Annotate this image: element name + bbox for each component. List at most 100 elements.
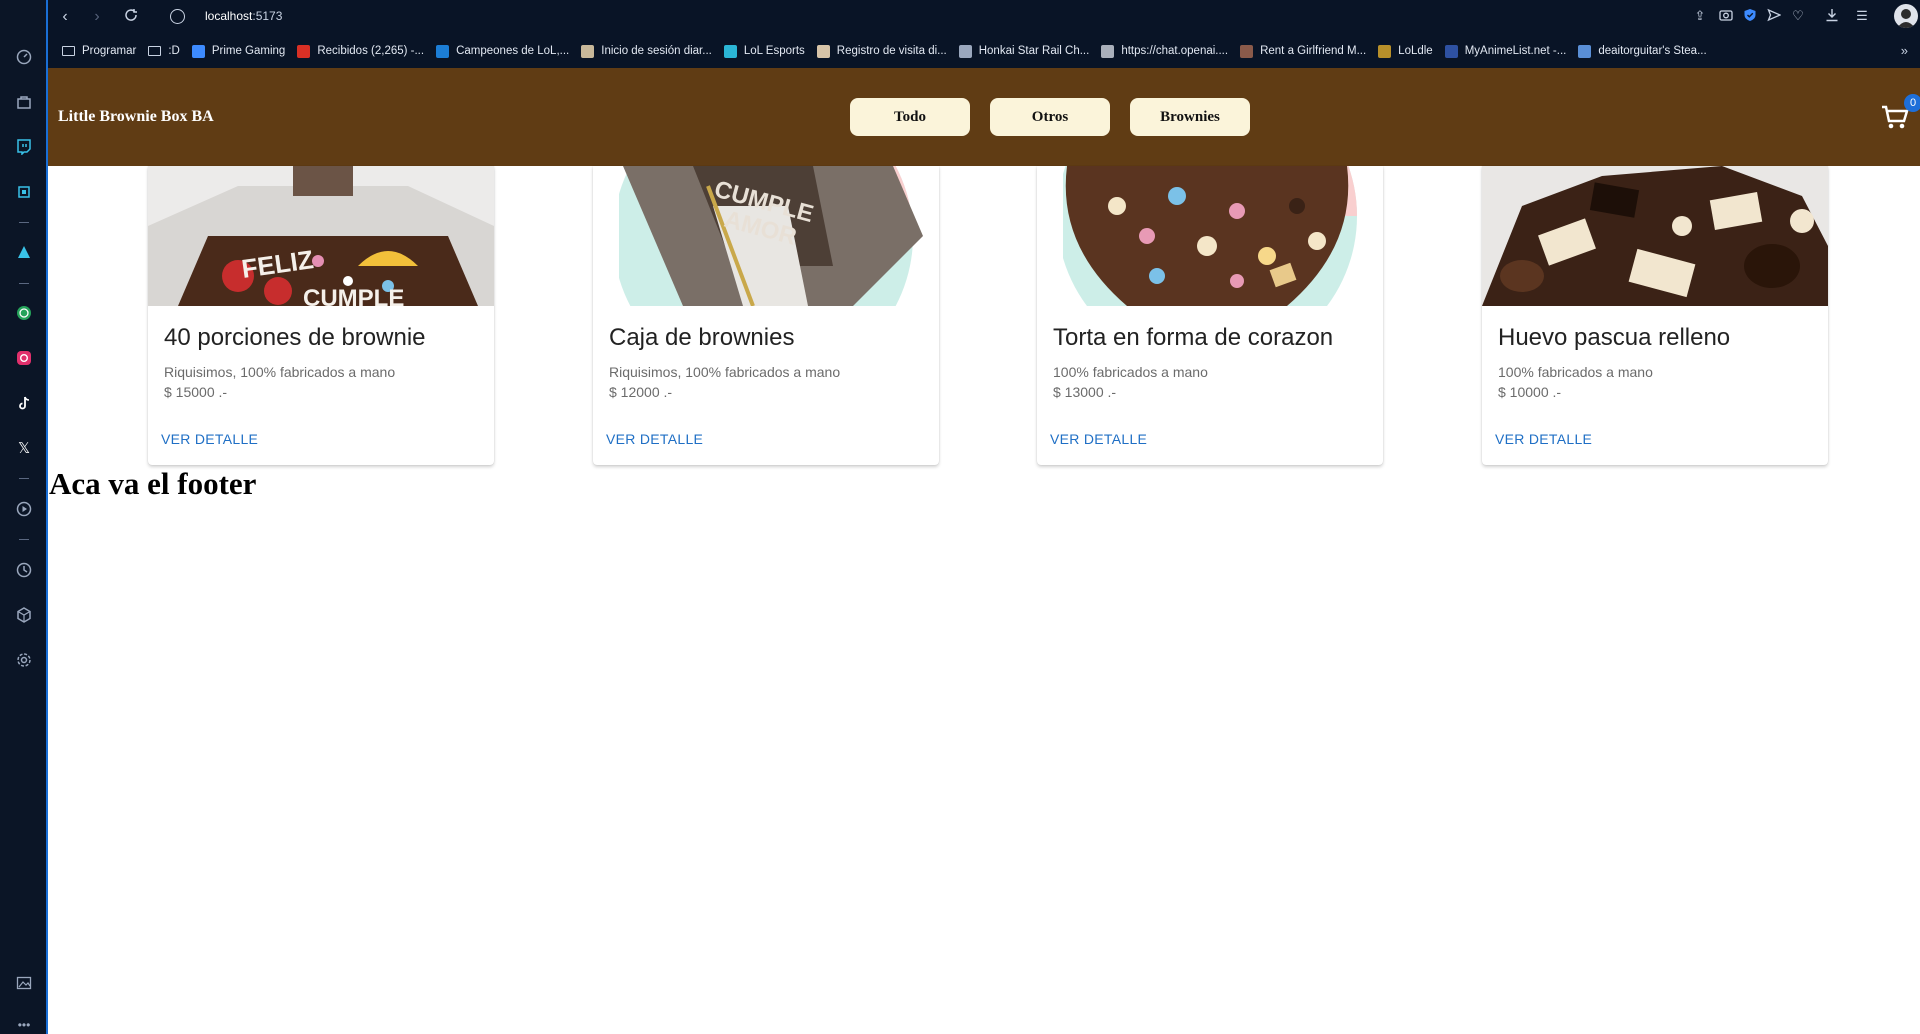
gallery-icon[interactable] [15, 974, 33, 992]
category-brownies-button[interactable]: Brownies [1130, 98, 1250, 136]
bag-icon[interactable] [15, 93, 33, 111]
ver-detalle-link[interactable]: VER DETALLE [161, 431, 258, 447]
download-icon[interactable] [1824, 8, 1840, 24]
whatsapp-icon[interactable] [15, 304, 33, 322]
bookmark-favicon-icon [1378, 44, 1392, 58]
send-icon[interactable] [1766, 8, 1782, 24]
bookmark-label: MyAnimeList.net -... [1464, 45, 1567, 57]
cart-count-badge: 0 [1904, 94, 1920, 112]
bookmark-item[interactable]: Rent a Girlfriend M... [1240, 44, 1367, 58]
bookmark-favicon-icon [1240, 44, 1254, 58]
product-description: 100% fabricados a mano [1053, 364, 1208, 380]
product-price: $ 10000 .- [1498, 384, 1562, 400]
back-icon[interactable]: ‹ [56, 8, 74, 26]
bookmark-label: https://chat.openai.... [1121, 45, 1229, 57]
bookmark-favicon-icon [191, 44, 205, 58]
product-price: $ 13000 .- [1053, 384, 1117, 400]
aria-icon[interactable] [15, 243, 33, 261]
bookmark-favicon-icon [581, 44, 595, 58]
bookmark-label: Honkai Star Rail Ch... [978, 45, 1090, 57]
heart-icon[interactable]: ♡ [1790, 8, 1806, 24]
bookmark-item[interactable]: Programar [62, 45, 136, 57]
reload-icon[interactable] [122, 8, 140, 26]
bookmark-favicon-icon [1578, 44, 1592, 58]
x-icon[interactable]: 𝕏 [15, 439, 33, 457]
bookmark-favicon-icon [723, 44, 737, 58]
speed-dial-icon[interactable] [15, 48, 33, 66]
product-description: Riquisimos, 100% fabricados a mano [609, 364, 841, 380]
bookmark-favicon-icon [436, 44, 450, 58]
bookmark-item[interactable]: :D [148, 45, 180, 57]
bookmark-favicon-icon [1101, 44, 1115, 58]
product-title: 40 porciones de brownie [164, 324, 426, 351]
product-card: Huevo pascua relleno 100% fabricados a m… [1482, 166, 1828, 465]
settings-gear-icon[interactable] [15, 651, 33, 669]
folder-icon [62, 46, 75, 56]
product-card: Torta en forma de corazon 100% fabricado… [1037, 166, 1383, 465]
address-bar[interactable]: localhost:5173 [205, 9, 282, 23]
product-title: Torta en forma de corazon [1053, 324, 1334, 351]
bookmark-label: deaitorguitar's Stea... [1598, 45, 1707, 57]
forward-icon[interactable]: › [88, 8, 106, 26]
bookmark-item[interactable]: Inicio de sesión diar... [581, 44, 712, 58]
snapshot-icon[interactable] [1718, 8, 1734, 24]
bookmark-favicon-icon [816, 44, 830, 58]
bookmark-item[interactable]: Recibidos (2,265) -... [297, 44, 425, 58]
brand-logo-text[interactable]: Little Brownie Box BA [58, 108, 214, 126]
bookmark-label: Campeones de LoL,... [456, 45, 570, 57]
bookmark-label: LoLdle [1398, 45, 1433, 57]
instagram-icon[interactable] [15, 349, 33, 367]
bookmark-item[interactable]: LoL Esports [723, 44, 805, 58]
bookmark-item[interactable]: deaitorguitar's Stea... [1578, 44, 1707, 58]
browser-toolbar: ‹ › localhost:5173 ⇪ ♡ ☰ [48, 0, 1920, 34]
product-image: CUMPLE AMOR [593, 166, 939, 306]
bookmark-item[interactable]: MyAnimeList.net -... [1444, 44, 1567, 58]
bookmark-item[interactable]: https://chat.openai.... [1101, 44, 1229, 58]
browser-sidebar: 𝕏 ••• [0, 0, 48, 1034]
address-host: localhost [205, 9, 253, 23]
product-card: CUMPLE AMOR Caja de brownies Riquisimos,… [593, 166, 939, 465]
product-description: 100% fabricados a mano [1498, 364, 1653, 380]
ver-detalle-link[interactable]: VER DETALLE [1050, 431, 1147, 447]
site-info-icon[interactable] [170, 9, 185, 24]
tiktok-icon[interactable] [15, 394, 33, 412]
product-price: $ 15000 .- [164, 384, 228, 400]
chip-icon[interactable] [15, 183, 33, 201]
bookmark-favicon-icon [958, 44, 972, 58]
bookmark-item[interactable]: Prime Gaming [191, 44, 286, 58]
ver-detalle-link[interactable]: VER DETALLE [606, 431, 703, 447]
product-description: Riquisimos, 100% fabricados a mano [164, 364, 396, 380]
product-title: Huevo pascua relleno [1498, 324, 1731, 351]
menu-icon[interactable]: ☰ [1854, 8, 1870, 24]
address-port: :5173 [252, 9, 283, 23]
bookmarks-bar: Programar :D Prime Gaming Recibidos (2,265)… [48, 34, 1920, 68]
bookmark-label: Recibidos (2,265) -... [317, 45, 425, 57]
adblock-shield-icon[interactable] [1742, 8, 1758, 24]
folder-icon [148, 46, 162, 56]
bookmark-item[interactable]: LoLdle [1378, 44, 1433, 58]
site-header: Little Brownie Box BA Todo Otros Brownie… [48, 68, 1920, 166]
footer-placeholder: Aca va el footer [49, 466, 257, 501]
bookmarks-overflow-icon[interactable]: » [1901, 43, 1908, 58]
product-price: $ 12000 .- [609, 384, 673, 400]
bookmark-item[interactable]: Campeones de LoL,... [436, 44, 570, 58]
category-otros-button[interactable]: Otros [990, 98, 1110, 136]
bookmark-item[interactable]: Registro de visita di... [816, 44, 947, 58]
bookmark-label: Registro de visita di... [836, 45, 947, 57]
history-icon[interactable] [15, 561, 33, 579]
profile-avatar[interactable] [1894, 4, 1918, 28]
ver-detalle-link[interactable]: VER DETALLE [1495, 431, 1592, 447]
product-image [1482, 166, 1828, 306]
bookmark-label: Inicio de sesión diar... [601, 45, 712, 57]
extensions-icon[interactable] [15, 606, 33, 624]
bookmark-label: Prime Gaming [211, 45, 286, 57]
bookmark-label: Rent a Girlfriend M... [1260, 45, 1367, 57]
share-icon[interactable]: ⇪ [1692, 8, 1708, 24]
category-todo-button[interactable]: Todo [850, 98, 970, 136]
more-dots-icon[interactable]: ••• [15, 1016, 33, 1034]
bookmark-label: LoL Esports [743, 45, 805, 57]
bookmark-item[interactable]: Honkai Star Rail Ch... [958, 44, 1090, 58]
twitch-icon[interactable] [15, 138, 33, 156]
svg-text:CUMPLE: CUMPLE [303, 285, 404, 306]
player-icon[interactable] [15, 500, 33, 518]
